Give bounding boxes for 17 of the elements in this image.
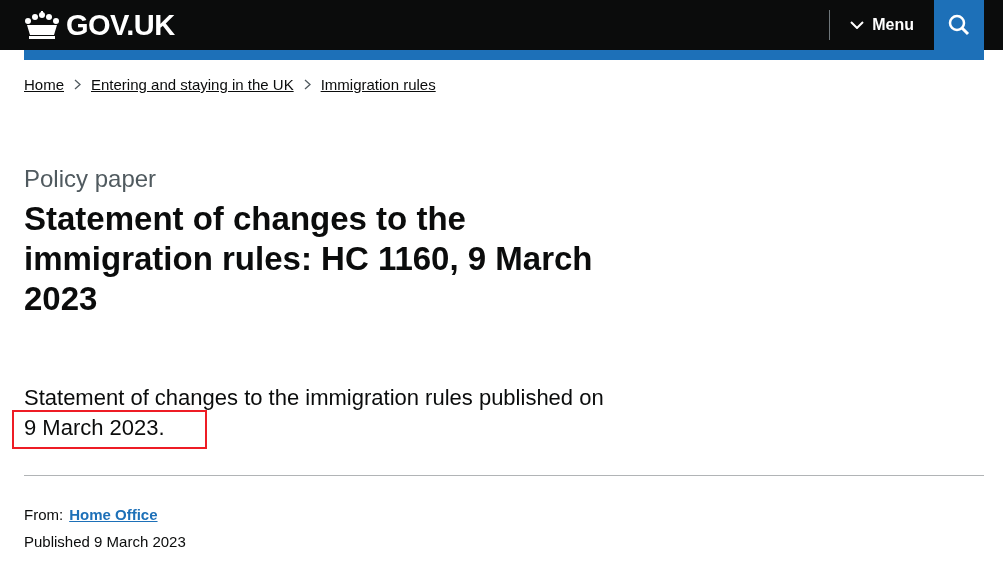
menu-button[interactable]: Menu <box>830 0 934 50</box>
summary-text: Statement of changes to the immigration rules published on 9 March 2023. <box>12 381 684 453</box>
search-icon <box>948 14 970 36</box>
chevron-right-icon <box>303 79 311 90</box>
organisation-link[interactable]: Home Office <box>69 506 158 523</box>
search-button[interactable] <box>934 0 984 50</box>
published-date: Published 9 March 2023 <box>24 533 187 550</box>
from-label: From: <box>24 506 64 523</box>
site-logo[interactable]: GOV.UK <box>24 8 175 42</box>
breadcrumb-link[interactable]: Immigration rules <box>320 76 436 93</box>
chevron-down-icon <box>850 21 865 29</box>
crown-icon <box>24 11 60 39</box>
breadcrumb-link[interactable]: Home <box>24 76 64 93</box>
chevron-right-icon <box>74 79 81 90</box>
page-caption: Policy paper <box>24 165 158 193</box>
page-title: Statement of changes to the immigration rules: HC 1160, 9 March 2023 <box>24 199 594 319</box>
breadcrumb-link[interactable]: Entering and staying in the UK <box>91 76 294 93</box>
